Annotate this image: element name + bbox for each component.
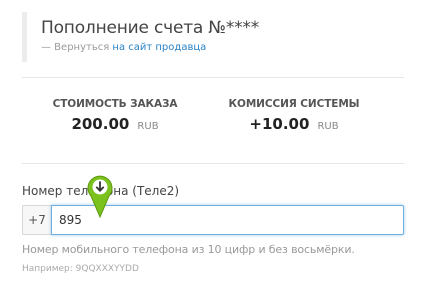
page-header: Пополнение счета №**** — Вернуться на са… <box>22 12 417 62</box>
phone-prefix: +7 <box>22 205 51 235</box>
back-prefix: — Вернуться <box>41 42 110 53</box>
bottom-divider <box>22 163 404 164</box>
order-cost-label: СТОИМОСТЬ ЗАКАЗА <box>52 98 178 110</box>
phone-input-group: +7 <box>22 205 405 235</box>
order-cost-currency: RUB <box>137 121 159 132</box>
commission-block: КОМИССИЯ СИСТЕМЫ +10.00 RUB <box>214 98 374 133</box>
back-line: — Вернуться на сайт продавца <box>41 42 206 53</box>
order-cost-block: СТОИМОСТЬ ЗАКАЗА 200.00 RUB <box>35 98 195 133</box>
commission-amount: +10.00 <box>249 115 310 133</box>
phone-hint: Номер мобильного телефона из 10 цифр и б… <box>22 243 355 256</box>
back-to-seller-link[interactable]: на сайт продавца <box>112 42 206 53</box>
phone-example: Например: 9QQXXXYYDD <box>22 264 139 274</box>
top-divider <box>22 77 404 78</box>
commission-currency: RUB <box>317 121 339 132</box>
green-pin-down-arrow-icon <box>87 175 113 218</box>
commission-label: КОМИССИЯ СИСТЕМЫ <box>228 98 360 110</box>
commission-value: +10.00 RUB <box>214 114 374 133</box>
order-cost-amount: 200.00 <box>71 115 130 133</box>
order-cost-value: 200.00 RUB <box>35 114 195 133</box>
page-title: Пополнение счета №**** <box>41 18 260 38</box>
